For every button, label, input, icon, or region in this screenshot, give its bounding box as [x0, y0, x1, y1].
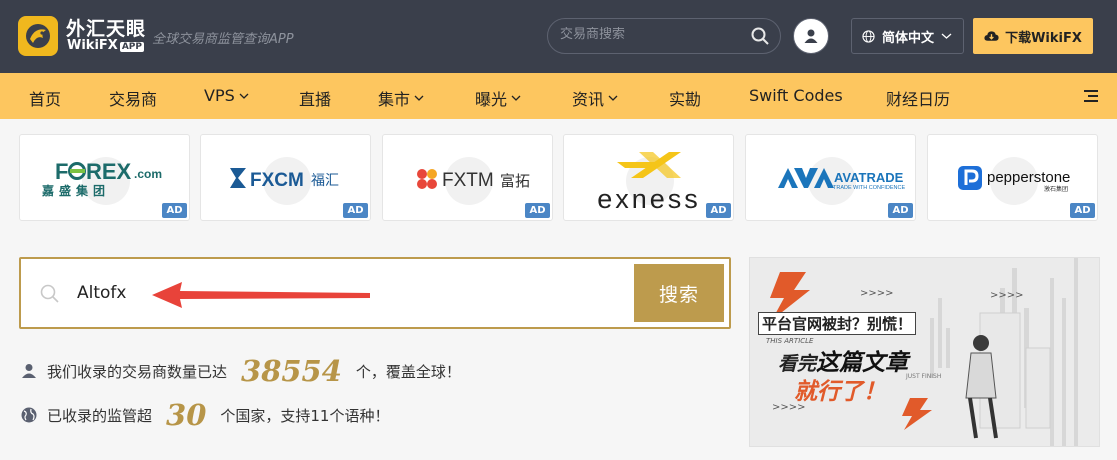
logo-text-cn[interactable]: 外汇天眼: [66, 14, 146, 41]
chevron-down-icon: [941, 33, 952, 39]
nav-item-survey[interactable]: 实勘: [669, 86, 701, 110]
svg-text:激石集团: 激石集团: [1044, 185, 1068, 193]
svg-text:REX: REX: [86, 159, 132, 184]
svg-text:AVATRADE: AVATRADE: [834, 170, 904, 185]
ad-badge: AD: [706, 203, 731, 218]
language-selector[interactable]: 简体中文: [851, 18, 964, 54]
broker-count-stat: 我们收录的交易商数量已达 38554 个，覆盖全球！: [20, 354, 461, 388]
nav-item-label: 财经日历: [886, 90, 951, 109]
wikifx-logo-icon[interactable]: [18, 16, 58, 56]
broker-card-pepperstone[interactable]: pepperstone 激石集团 AD: [927, 134, 1098, 221]
nav-item-label: 曝光: [475, 90, 508, 109]
user-button[interactable]: [793, 18, 829, 54]
nav-item-swift-codes[interactable]: Swift Codes: [749, 86, 843, 105]
nav-item-label: 资讯: [572, 90, 605, 109]
svg-text:FXTM: FXTM: [442, 170, 494, 191]
chevron-down-icon: [608, 95, 618, 101]
main-nav: 首页 交易商 VPS 直播 集市 曝光 资讯 实勘 Swift Codes 财经…: [0, 73, 1117, 119]
nav-item-label: 实勘: [669, 90, 702, 109]
stat-text: 我们收录的交易商数量已达: [47, 362, 228, 381]
ad-badge: AD: [162, 203, 187, 218]
language-label: 简体中文: [882, 30, 935, 46]
nav-item-exposure[interactable]: 曝光: [475, 86, 521, 110]
logo-text-en[interactable]: WikiFX APP: [67, 38, 144, 53]
regulator-count: 30: [166, 398, 207, 432]
banner-subtitle: 就行了！: [794, 379, 886, 405]
header-search-input[interactable]: [560, 27, 740, 42]
stat-text: 已收录的监管超: [47, 406, 153, 425]
ad-badge: AD: [343, 203, 368, 218]
hamburger-menu-icon[interactable]: [1083, 88, 1099, 104]
svg-text:pepperstone: pepperstone: [987, 169, 1070, 186]
download-cloud-icon: [984, 31, 999, 41]
globe-icon: [862, 29, 875, 43]
nav-item-brokers[interactable]: 交易商: [109, 86, 157, 110]
search-button[interactable]: 搜索: [634, 264, 724, 322]
stat-text: 个，覆盖全球！: [355, 362, 461, 381]
broker-card-avatrade[interactable]: AVATRADE TRADE WITH CONFIDENCE AD: [745, 134, 916, 221]
svg-text:.com: .com: [134, 167, 162, 181]
svg-text:F: F: [55, 159, 68, 184]
nav-item-calendar[interactable]: 财经日历: [886, 86, 950, 110]
download-label: 下载WikiFX: [1005, 30, 1082, 46]
svg-text:>>>>: >>>>: [860, 288, 894, 299]
ad-badge: AD: [1070, 203, 1095, 218]
nav-item-label: VPS: [204, 86, 235, 105]
banner-headline: 平台官网被封？别慌！: [758, 312, 917, 335]
broker-card-fxcm[interactable]: FXCM 福汇 AD: [200, 134, 371, 221]
article-banner[interactable]: >>>> >>>> >>>> 平台官网被封？别慌！ THIS ARTICLE 看…: [749, 257, 1100, 447]
nav-item-label: 交易商: [109, 90, 158, 109]
svg-text:富拓: 富拓: [500, 172, 530, 190]
red-arrow-annotation: [152, 282, 370, 308]
user-icon: [804, 29, 818, 43]
broker-card-exness[interactable]: exness AD: [563, 134, 734, 221]
header-search: [547, 18, 781, 54]
slogan: 全球交易商监管查询APP: [152, 32, 294, 47]
nav-item-news[interactable]: 资讯: [572, 86, 618, 110]
search-icon: [40, 284, 59, 303]
logo-en-label: WikiFX: [67, 38, 118, 53]
nav-item-vps[interactable]: VPS: [204, 86, 249, 105]
stat-text: 个国家，支持11个语种！: [220, 406, 390, 425]
chevron-down-icon: [239, 93, 249, 99]
fxcm-cn: 福汇: [311, 173, 339, 189]
nav-item-label: 首页: [29, 90, 62, 109]
nav-item-label: Swift Codes: [749, 86, 843, 105]
svg-text:TRADE WITH CONFIDENCE: TRADE WITH CONFIDENCE: [833, 185, 905, 191]
chevron-down-icon: [414, 95, 424, 101]
svg-text:FXCM: FXCM: [250, 170, 304, 191]
svg-text:exness: exness: [597, 184, 701, 214]
search-icon[interactable]: [750, 26, 770, 46]
broker-card-fxtm[interactable]: FXTM 富拓 AD: [382, 134, 553, 221]
banner-tag-2: JUST FINISH: [906, 373, 942, 380]
nav-item-label: 直播: [299, 90, 332, 109]
broker-count: 38554: [241, 354, 342, 388]
globe-icon: [21, 407, 37, 423]
nav-item-label: 集市: [378, 90, 411, 109]
broker-card-forex[interactable]: F REX .com 嘉盛集团 AD: [19, 134, 190, 221]
nav-item-live[interactable]: 直播: [299, 86, 331, 110]
regulator-stat: 已收录的监管超 30 个国家，支持11个语种！: [20, 398, 389, 432]
top-header: 外汇天眼 WikiFXAPP 全球交易商监管查询APP 简体中文 下载WikiF…: [0, 0, 1117, 73]
chevron-down-icon: [511, 95, 521, 101]
broker-search-bar: 搜索: [19, 257, 731, 329]
nav-item-market[interactable]: 集市: [378, 86, 424, 110]
ad-badge: AD: [525, 203, 550, 218]
nav-item-home[interactable]: 首页: [29, 86, 61, 110]
user-icon: [22, 364, 36, 378]
logo-app-badge: APP: [119, 42, 144, 52]
svg-text:>>>>: >>>>: [990, 290, 1024, 301]
broker-sub: 嘉盛集团: [42, 184, 111, 198]
ad-badge: AD: [888, 203, 913, 218]
download-app-button[interactable]: 下载WikiFX: [973, 18, 1093, 54]
